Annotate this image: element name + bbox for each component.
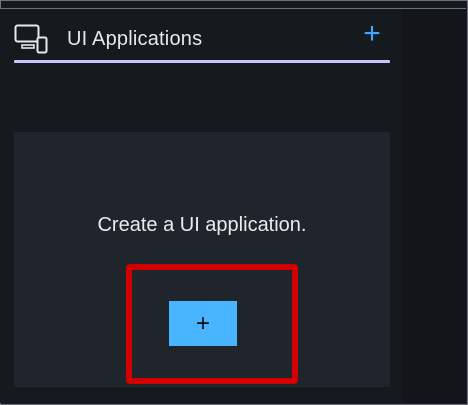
- header-underline: [14, 60, 390, 63]
- plus-icon: +: [195, 310, 210, 337]
- panel-header: UI Applications +: [14, 12, 390, 62]
- panel-title: UI Applications: [67, 28, 203, 50]
- add-application-button[interactable]: +: [360, 19, 384, 49]
- devices-icon: [14, 24, 50, 56]
- create-application-button[interactable]: +: [169, 301, 237, 346]
- side-strip: [402, 9, 466, 403]
- empty-state-message: Create a UI application.: [97, 214, 307, 236]
- plus-icon: +: [363, 17, 381, 50]
